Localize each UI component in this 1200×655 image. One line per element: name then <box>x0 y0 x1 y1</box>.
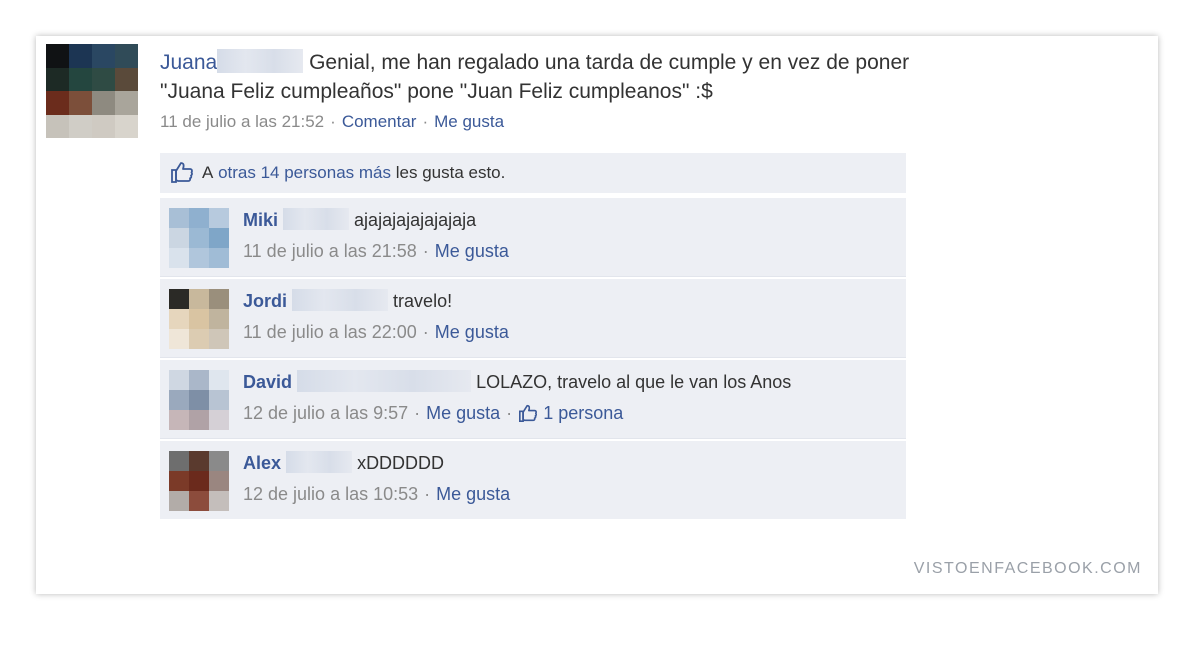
commenter-name[interactable]: Miki <box>243 210 278 230</box>
commenter-avatar[interactable] <box>169 208 229 268</box>
comment-meta: 11 de julio a las 22:00 · Me gusta <box>243 322 509 342</box>
comment-like-link[interactable]: Me gusta <box>436 484 510 504</box>
likes-people-link[interactable]: otras 14 personas más <box>218 163 391 183</box>
commenter-avatar[interactable] <box>169 370 229 430</box>
comment-text: ajajajajajajajaja <box>354 210 477 230</box>
thumbs-up-icon <box>170 161 194 185</box>
comment-liked-count[interactable]: 1 persona <box>543 403 623 423</box>
comment-item: Alex xDDDDDD 12 de julio a las 10:53 · Me … <box>160 441 906 519</box>
comment-item: David LOLAZO, travelo al que le van los … <box>160 360 906 439</box>
comment-body: Alex xDDDDDD <box>243 451 444 474</box>
comment-item: Jordi travelo! 11 de julio a las 22:00 · M… <box>160 279 906 358</box>
post-timestamp[interactable]: 11 de julio a las 21:52 <box>160 112 324 131</box>
comment-body: Miki ajajajajajajajaja <box>243 208 476 231</box>
thumbs-up-icon <box>518 403 538 423</box>
likes-suffix: les gusta esto. <box>395 163 506 182</box>
comment-meta: 12 de julio a las 9:57 · Me gusta · 1 perso… <box>243 403 624 423</box>
comment-timestamp[interactable]: 12 de julio a las 9:57 <box>243 403 408 423</box>
likes-summary: A otras 14 personas más les gusta esto. <box>160 153 906 194</box>
comment-body: David LOLAZO, travelo al que le van los … <box>243 370 791 393</box>
post-author-name[interactable]: Juana <box>160 51 217 74</box>
comment-timestamp[interactable]: 11 de julio a las 22:00 <box>243 322 417 342</box>
likes-prefix: A <box>202 163 214 182</box>
redacted-surname <box>283 208 350 230</box>
comment-like-link[interactable]: Me gusta <box>435 322 509 342</box>
comment-like-link[interactable]: Me gusta <box>426 403 500 423</box>
commenter-avatar[interactable] <box>169 451 229 511</box>
post-meta: 11 de julio a las 21:52 · Comentar · Me gust… <box>160 112 505 131</box>
comment-like-link[interactable]: Me gusta <box>435 241 509 261</box>
comment-text: travelo! <box>393 291 453 311</box>
redacted-surname <box>297 370 472 392</box>
comment-link[interactable]: Comentar <box>342 112 417 131</box>
comment-timestamp[interactable]: 11 de julio a las 21:58 <box>243 241 417 261</box>
facebook-post-card: Juana Genial, me han regalado una tarda … <box>36 36 1158 594</box>
commenter-name[interactable]: David <box>243 372 292 392</box>
redacted-surname <box>292 289 389 311</box>
redacted-surname <box>286 451 353 473</box>
post-author-avatar[interactable] <box>46 44 138 138</box>
post-like-link[interactable]: Me gusta <box>434 112 504 131</box>
comment-item: Miki ajajajajajajajaja 11 de julio a las… <box>160 198 906 277</box>
post-text-line1: Genial, me han regalado una tarda de cum… <box>309 51 910 74</box>
comment-meta: 11 de julio a las 21:58 · Me gusta <box>243 241 509 261</box>
comment-text: xDDDDDD <box>357 453 445 473</box>
commenter-name[interactable]: Alex <box>243 453 281 473</box>
comment-meta: 12 de julio a las 10:53 · Me gusta <box>243 484 511 504</box>
comment-timestamp[interactable]: 12 de julio a las 10:53 <box>243 484 418 504</box>
redacted-surname <box>217 49 304 73</box>
commenter-name[interactable]: Jordi <box>243 291 287 311</box>
commenter-avatar[interactable] <box>169 289 229 349</box>
comment-body: Jordi travelo! <box>243 289 452 312</box>
watermark: VISTOENFACEBOOK.COM <box>913 560 1142 577</box>
post-text-line2: "Juana Feliz cumpleaños" pone "Juan Feli… <box>160 80 713 103</box>
post-body: Juana Genial, me han regalado una tarda … <box>160 48 1060 106</box>
comment-text: LOLAZO, travelo al que le van los Anos <box>476 372 792 392</box>
